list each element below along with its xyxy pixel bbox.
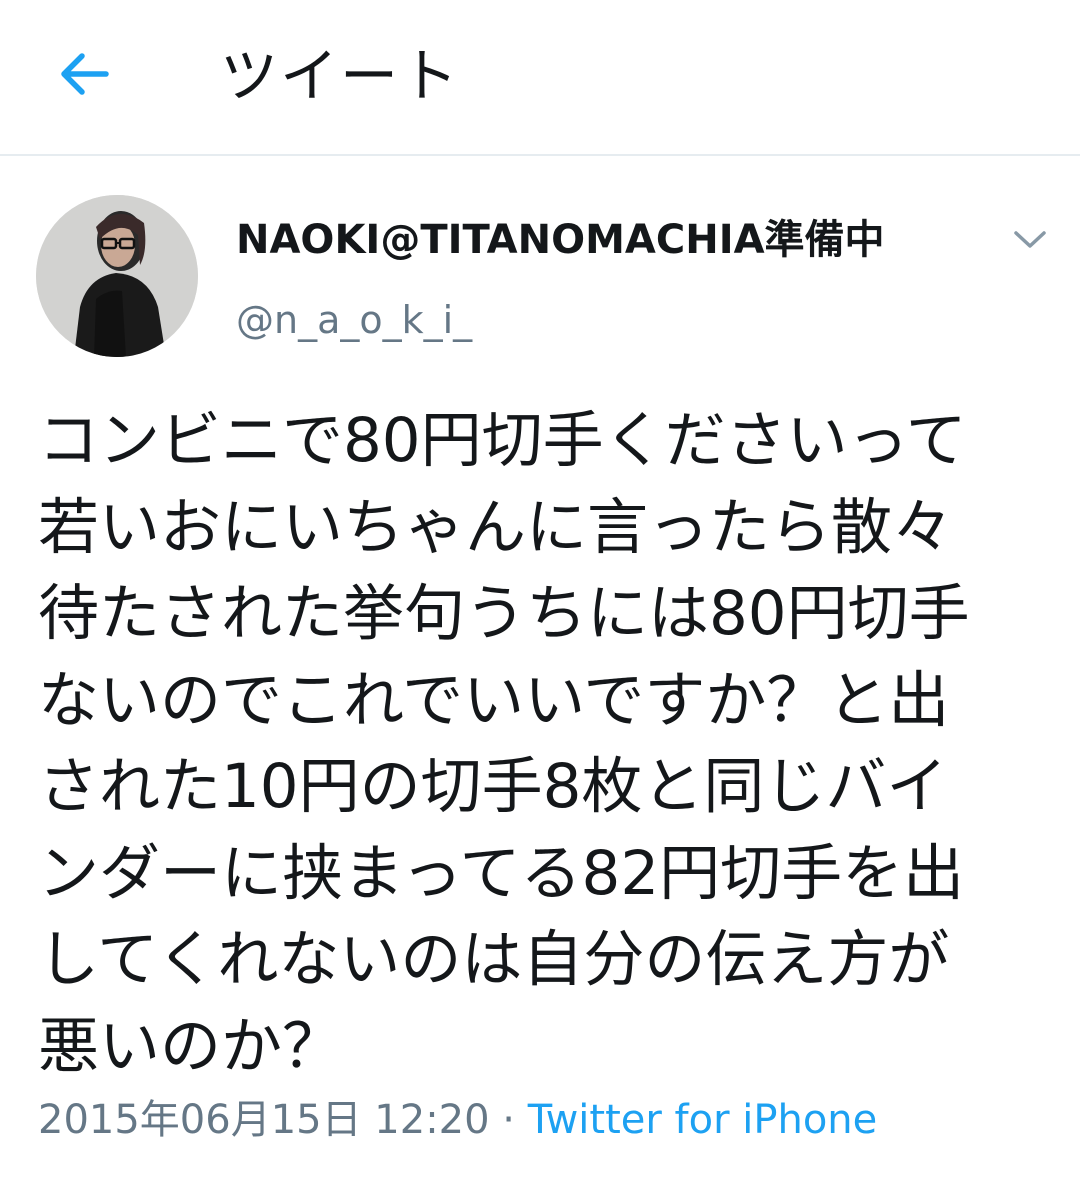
chevron-down-icon (1013, 229, 1047, 255)
tweet-menu-button[interactable] (1006, 222, 1054, 262)
meta-separator: · (489, 1097, 528, 1143)
tweet-text-line: された10円の切手8枚と同じバイ (38, 751, 948, 822)
back-button[interactable] (52, 44, 116, 108)
tweet-timestamp: 2015年06月15日 12:20 (38, 1097, 490, 1143)
author-handle[interactable]: @n_a_o_k_i_ (236, 296, 472, 344)
tweet-text-line: ないのでこれでいいですか？と出 (38, 664, 950, 736)
tweet-text-line: 悪いのか？ (38, 1010, 344, 1082)
tweet-text: コンビニで80円切手くださいって 若いおにいちゃんに言ったら散々 待たされた挙句… (38, 398, 1048, 1090)
avatar[interactable] (36, 195, 198, 357)
page-title: ツイート (220, 42, 461, 110)
tweet-text-line: ンダーに挟まってる82円切手を出 (38, 837, 965, 909)
tweet-text-line: コンビニで80円切手くださいって (38, 405, 967, 476)
tweet-text-line: 待たされた挙句うちには80円切手 (38, 578, 970, 649)
tweet-source-link[interactable]: Twitter for iPhone (528, 1097, 878, 1143)
tweet-text-line: 若いおにいちゃんに言ったら散々 (38, 491, 954, 563)
tweet-meta: 2015年06月15日 12:20 · Twitter for iPhone (38, 1092, 877, 1148)
top-bar: ツイート (0, 0, 1080, 156)
arrow-left-icon (58, 52, 110, 100)
author-display-name[interactable]: NAOKI@TITANOMACHIA準備中 (236, 214, 885, 266)
tweet-text-line: してくれないのは自分の伝え方が (38, 924, 950, 995)
